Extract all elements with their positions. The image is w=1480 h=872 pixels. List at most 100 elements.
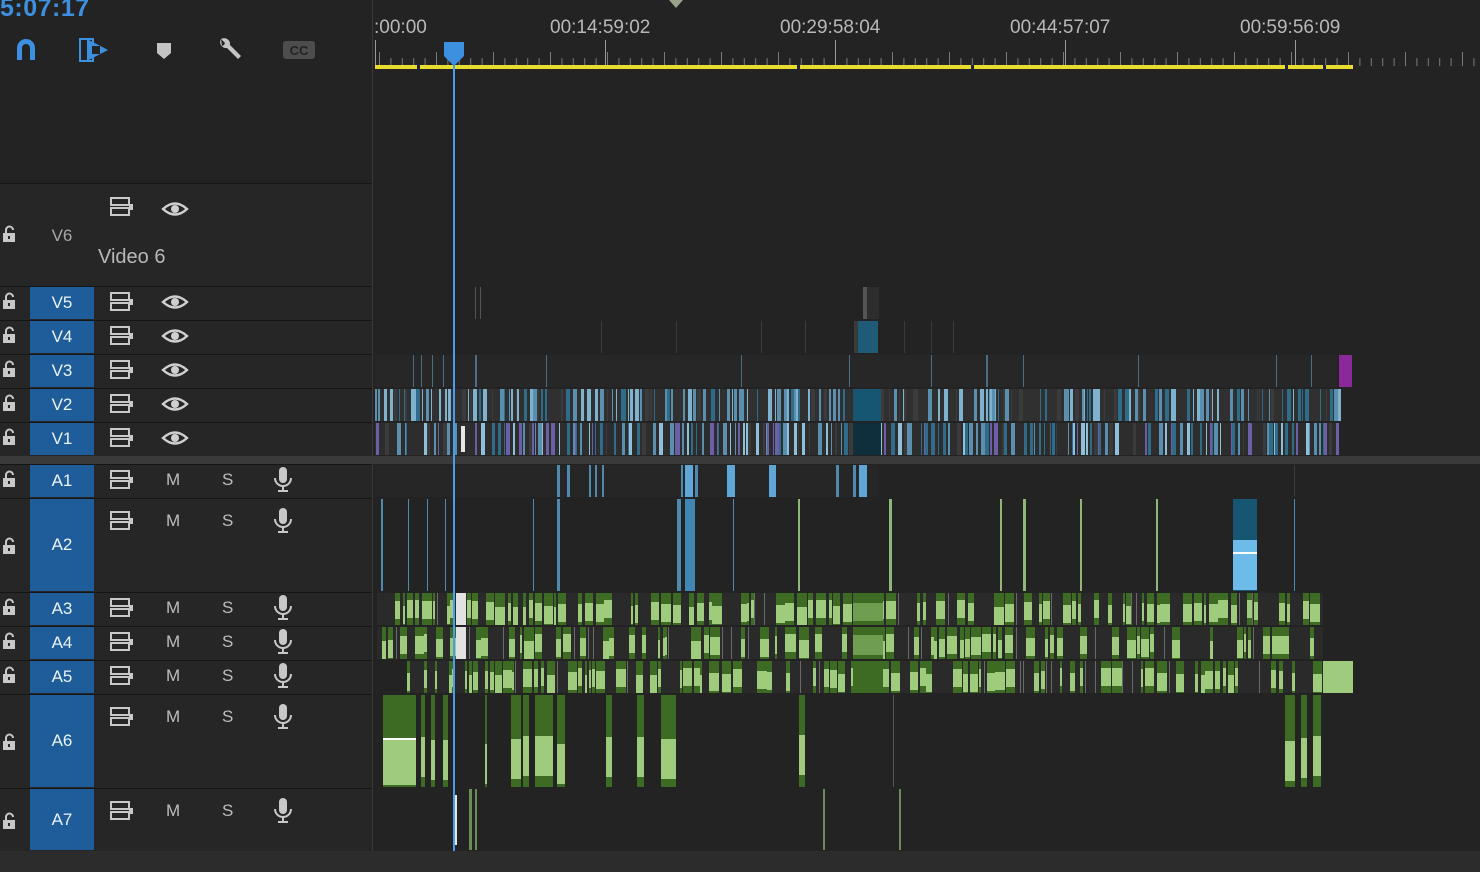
clip[interactable]	[1030, 423, 1033, 455]
clip[interactable]	[1267, 423, 1269, 455]
clip[interactable]	[1282, 389, 1283, 421]
clip[interactable]	[981, 423, 985, 455]
clip[interactable]	[624, 389, 626, 421]
clip[interactable]	[796, 389, 798, 421]
clip[interactable]	[1056, 423, 1057, 455]
clip[interactable]	[1248, 389, 1249, 421]
clip[interactable]	[675, 423, 678, 455]
clip[interactable]	[1285, 741, 1295, 781]
clip[interactable]	[1142, 603, 1144, 621]
clip[interactable]	[596, 604, 604, 622]
mute-button[interactable]: M	[166, 598, 180, 618]
clip[interactable]	[475, 789, 477, 850]
clip[interactable]	[645, 389, 649, 421]
clip[interactable]	[756, 423, 759, 455]
clip[interactable]	[1165, 423, 1166, 455]
clip[interactable]	[1271, 389, 1274, 421]
clip[interactable]	[1085, 661, 1086, 693]
clip[interactable]	[1230, 389, 1233, 421]
clip[interactable]	[757, 389, 758, 421]
clip[interactable]	[504, 389, 505, 421]
sync-lock-icon[interactable]	[109, 393, 135, 415]
clip[interactable]	[1231, 605, 1237, 623]
clip[interactable]	[1006, 669, 1015, 687]
clip[interactable]	[509, 639, 515, 657]
clip[interactable]	[439, 389, 441, 421]
track-lock-icon[interactable]	[1, 537, 19, 555]
clip[interactable]	[1239, 593, 1240, 625]
clip[interactable]	[1272, 636, 1281, 654]
clip[interactable]	[558, 604, 566, 622]
clip[interactable]	[853, 423, 881, 455]
clip[interactable]	[1093, 389, 1097, 421]
clip[interactable]	[524, 641, 534, 659]
clip[interactable]	[743, 423, 745, 455]
clip[interactable]	[1329, 423, 1332, 455]
clip[interactable]	[1257, 389, 1258, 421]
clip[interactable]	[541, 668, 544, 686]
clip[interactable]	[994, 423, 998, 455]
clip[interactable]	[600, 389, 604, 421]
clip[interactable]	[838, 389, 840, 421]
clip[interactable]	[535, 634, 542, 652]
clip[interactable]	[1330, 389, 1333, 421]
clip[interactable]	[739, 389, 742, 421]
clip[interactable]	[786, 673, 790, 691]
clip[interactable]	[515, 661, 516, 693]
clip[interactable]	[559, 423, 560, 455]
clip[interactable]	[968, 603, 974, 621]
clip[interactable]	[766, 423, 767, 455]
clip[interactable]	[735, 423, 736, 455]
clip[interactable]	[673, 605, 681, 623]
clip[interactable]	[1157, 673, 1167, 691]
clip[interactable]	[413, 355, 414, 387]
eye-icon[interactable]	[161, 359, 189, 381]
clip[interactable]	[403, 606, 405, 624]
clip[interactable]	[1043, 601, 1050, 619]
clip[interactable]	[411, 389, 412, 421]
clip[interactable]	[719, 389, 720, 421]
clip[interactable]	[1195, 674, 1198, 692]
clip[interactable]	[1248, 423, 1252, 455]
clip[interactable]	[447, 606, 450, 624]
clip[interactable]	[637, 423, 640, 455]
clip[interactable]	[472, 601, 478, 619]
clip[interactable]	[1201, 675, 1205, 693]
clip[interactable]	[511, 389, 513, 421]
clip[interactable]	[957, 423, 958, 455]
clip[interactable]	[629, 635, 635, 653]
clip[interactable]	[606, 737, 612, 777]
clip[interactable]	[831, 423, 832, 455]
clip[interactable]	[640, 389, 642, 421]
clip[interactable]	[432, 355, 433, 387]
track-lock-icon[interactable]	[1, 225, 19, 243]
clip[interactable]	[1078, 604, 1081, 622]
clip[interactable]	[508, 603, 511, 621]
clip[interactable]	[1089, 389, 1091, 421]
clip[interactable]	[738, 423, 740, 455]
clip[interactable]	[700, 675, 702, 693]
clip[interactable]	[557, 465, 560, 497]
clip[interactable]	[934, 641, 937, 659]
clip[interactable]	[843, 389, 845, 421]
track-target-label[interactable]: A2	[30, 499, 94, 591]
clip[interactable]	[547, 675, 555, 693]
clip[interactable]	[791, 389, 794, 421]
clip[interactable]	[884, 423, 886, 455]
clip[interactable]	[1046, 661, 1047, 693]
clip[interactable]	[984, 661, 985, 693]
track-target-label[interactable]: A1	[30, 465, 94, 497]
clip[interactable]	[818, 423, 822, 455]
clip[interactable]	[1051, 593, 1052, 625]
clip[interactable]	[601, 321, 602, 353]
clip[interactable]	[842, 634, 847, 652]
clip[interactable]	[377, 627, 1323, 659]
clip[interactable]	[397, 423, 401, 455]
clip[interactable]	[424, 670, 427, 688]
clip[interactable]	[747, 603, 749, 621]
clip[interactable]	[1011, 389, 1012, 421]
clip[interactable]	[1281, 636, 1289, 654]
clip[interactable]	[1101, 668, 1111, 686]
clip[interactable]	[1050, 635, 1054, 653]
clip[interactable]	[799, 640, 809, 658]
